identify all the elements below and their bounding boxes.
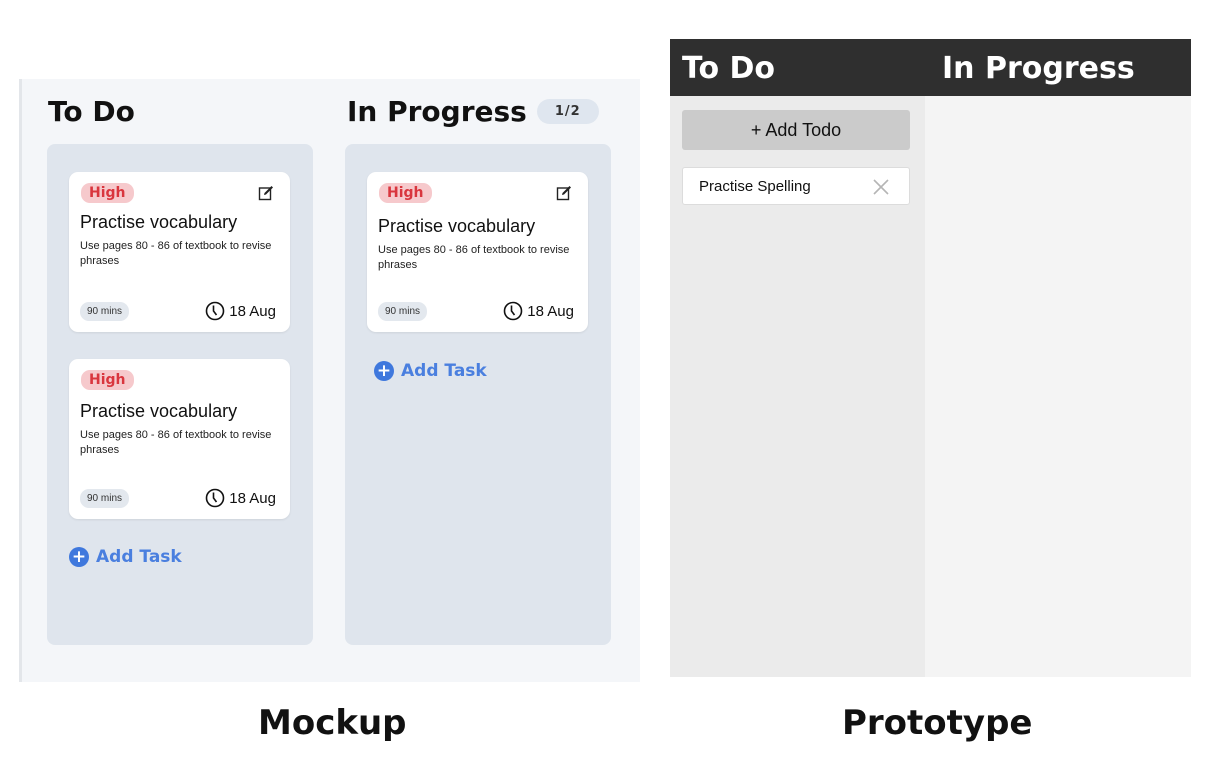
priority-badge: High — [81, 370, 134, 390]
close-icon[interactable] — [873, 179, 889, 195]
task-card[interactable]: High Practise vocabulary Use pages 80 - … — [69, 359, 290, 519]
add-task-label: Add Task — [96, 547, 182, 567]
due-date: 18 Aug — [205, 488, 276, 508]
in-progress-column-heading: In Progress — [942, 51, 1135, 86]
in-progress-column: High Practise vocabulary Use pages 80 - … — [345, 144, 611, 645]
add-task-label: Add Task — [401, 361, 487, 381]
edit-icon[interactable] — [556, 185, 572, 201]
prototype-header: To Do In Progress — [670, 39, 1191, 96]
task-label: Practise Spelling — [699, 178, 811, 195]
add-task-button[interactable]: + Add Task — [69, 547, 182, 567]
prototype-caption: Prototype — [842, 703, 1033, 743]
due-date: 18 Aug — [503, 301, 574, 321]
task-description: Use pages 80 - 86 of textbook to revise … — [378, 244, 570, 271]
edit-icon[interactable] — [258, 185, 274, 201]
task-description: Use pages 80 - 86 of textbook to revise … — [80, 429, 272, 456]
task-title: Practise vocabulary — [378, 216, 536, 236]
in-progress-column-heading: In Progress 1/2 — [347, 95, 599, 128]
priority-badge: High — [81, 183, 134, 203]
plus-circle-icon: + — [69, 547, 89, 567]
clock-icon — [503, 301, 523, 321]
task-count-badge: 1/2 — [536, 99, 599, 124]
task-card[interactable]: High Practise vocabulary Use pages 80 - … — [367, 172, 588, 332]
todo-column: High Practise vocabulary Use pages 80 - … — [47, 144, 313, 645]
column-title: To Do — [48, 95, 135, 128]
todo-column-heading: To Do — [682, 51, 776, 86]
task-card[interactable]: High Practise vocabulary Use pages 80 - … — [69, 172, 290, 332]
add-task-button[interactable]: + Add Task — [374, 361, 487, 381]
due-date-text: 18 Aug — [229, 302, 276, 320]
due-date-text: 18 Aug — [527, 302, 574, 320]
clock-icon — [205, 488, 225, 508]
task-title: Practise vocabulary — [80, 401, 238, 421]
duration-pill: 90 mins — [80, 302, 130, 321]
duration-pill: 90 mins — [378, 302, 428, 321]
task-title: Practise vocabulary — [80, 212, 238, 232]
task-item[interactable]: Practise Spelling — [682, 167, 910, 205]
prototype-board: To Do In Progress + Add Todo Practise Sp… — [670, 39, 1191, 677]
task-description: Use pages 80 - 86 of textbook to revise … — [80, 240, 272, 267]
todo-column-heading: To Do — [48, 95, 135, 128]
clock-icon — [205, 301, 225, 321]
plus-circle-icon: + — [374, 361, 394, 381]
due-date: 18 Aug — [205, 301, 276, 321]
priority-badge: High — [379, 183, 432, 203]
mockup-board: To Do In Progress 1/2 High Practise voca… — [19, 79, 640, 682]
mockup-caption: Mockup — [258, 703, 407, 743]
due-date-text: 18 Aug — [229, 489, 276, 507]
duration-pill: 90 mins — [80, 489, 130, 508]
column-title: In Progress — [347, 95, 527, 128]
add-todo-button[interactable]: + Add Todo — [682, 110, 910, 150]
in-progress-column — [925, 96, 1191, 677]
todo-column: + Add Todo Practise Spelling — [670, 96, 925, 677]
